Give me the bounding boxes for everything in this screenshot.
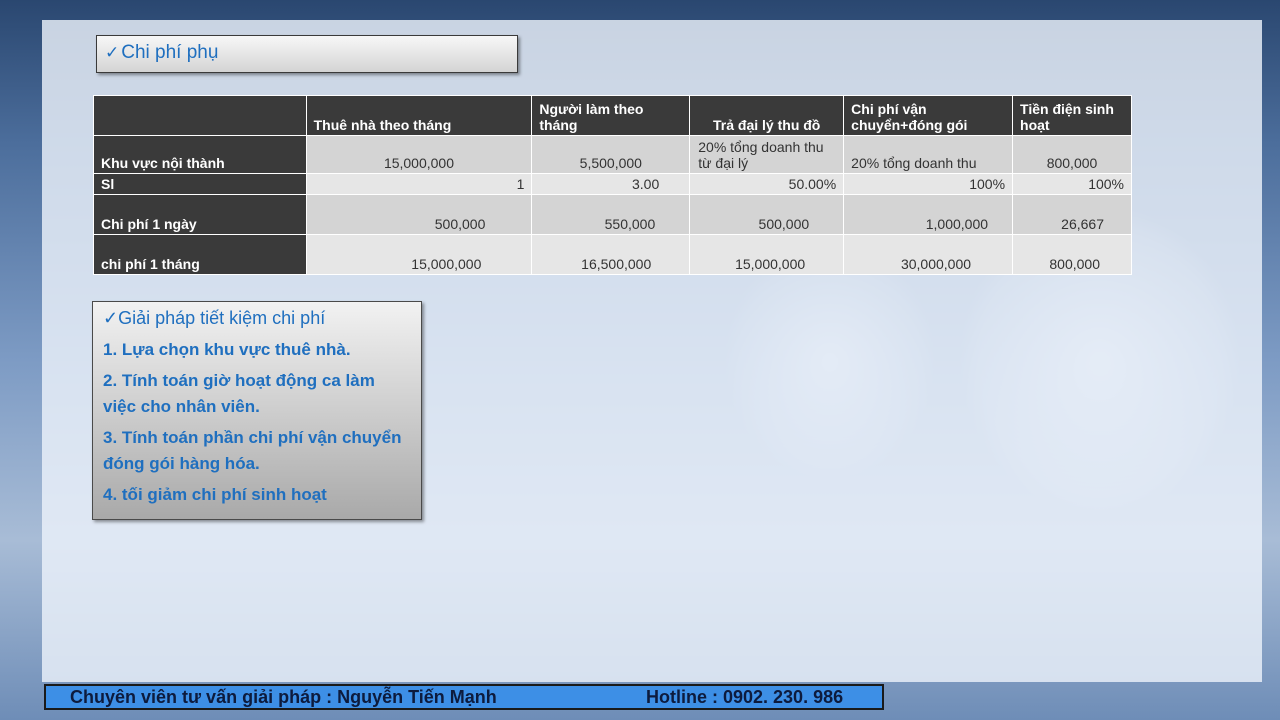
table-cell: 500,000 [305, 194, 533, 235]
table-cell: 15,000,000 [305, 234, 533, 275]
header-staff: Người làm theo tháng [531, 95, 691, 136]
advisor-label: Chuyên viên tư vấn giải pháp : Nguyễn Ti… [70, 687, 497, 707]
solutions-title: Giải pháp tiết kiệm chi phí [118, 308, 326, 328]
table-row: chi phí 1 tháng 15,000,000 16,500,000 15… [93, 234, 1132, 275]
table-cell: 550,000 [531, 194, 691, 235]
table-cell: 5,500,000 [531, 135, 691, 174]
table-cell: 16,500,000 [531, 234, 691, 275]
solutions-box: ✓Giải pháp tiết kiệm chi phí 1. Lựa chọn… [92, 301, 422, 520]
hotline-label: Hotline : 0902. 230. 986 [646, 687, 844, 707]
table-cell: 800,000 [1012, 234, 1132, 275]
table-cell: 1,000,000 [843, 194, 1014, 235]
row-label: Chi phí 1 ngày [93, 194, 307, 235]
row-label: Khu vực nội thành [93, 135, 307, 174]
checkmark-icon: ✓ [105, 43, 120, 62]
row-label: chi phí 1 tháng [93, 234, 307, 275]
table-row: Chi phí 1 ngày 500,000 550,000 500,000 1… [93, 194, 1132, 235]
header-agent: Trả đại lý thu đồ [689, 95, 845, 136]
table-row: Khu vực nội thành 15,000,000 5,500,000 2… [93, 135, 1132, 174]
solution-item: 3. Tính toán phần chi phí vận chuyển đón… [103, 428, 402, 473]
row-label: Sl [93, 173, 307, 195]
header-cell-empty [93, 95, 307, 136]
table-row: Sl 1 3.00 50.00% 100% 100% [93, 173, 1132, 195]
table-cell: 500,000 [689, 194, 845, 235]
solution-item: 2. Tính toán giờ hoạt động ca làm việc c… [103, 371, 375, 416]
section-title: Chi phí phụ [121, 42, 219, 63]
table-cell: 100% [1012, 173, 1132, 195]
solution-item: 1. Lựa chọn khu vực thuê nhà. [103, 340, 351, 359]
solutions-title-row: ✓Giải pháp tiết kiệm chi phí [103, 308, 411, 329]
cost-table: Thuê nhà theo tháng Người làm theo tháng… [93, 95, 1132, 275]
table-cell: 100% [843, 173, 1014, 195]
table-cell: 30,000,000 [843, 234, 1014, 275]
header-electricity: Tiền điện sinh hoạt [1012, 95, 1132, 136]
table-cell: 3.00 [531, 173, 691, 195]
header-rent: Thuê nhà theo tháng [305, 95, 533, 136]
header-shipping: Chi phí vận chuyển+đóng gói [843, 95, 1014, 136]
table-cell: 800,000 [1012, 135, 1132, 174]
table-cell: 1 [305, 173, 533, 195]
table-cell: 50.00% [689, 173, 845, 195]
checkmark-icon: ✓ [103, 308, 119, 328]
table-cell: 26,667 [1012, 194, 1132, 235]
table-cell: 20% tổng doanh thu [843, 135, 1014, 174]
solution-item: 4. tối giảm chi phí sinh hoạt [103, 485, 327, 504]
table-cell: 20% tổng doanh thu từ đại lý [689, 135, 845, 174]
section-title-box: ✓ Chi phí phụ [96, 35, 518, 73]
table-cell: 15,000,000 [689, 234, 845, 275]
table-cell: 15,000,000 [305, 135, 533, 174]
table-header-row: Thuê nhà theo tháng Người làm theo tháng… [93, 95, 1132, 136]
footer-bar: Chuyên viên tư vấn giải pháp : Nguyễn Ti… [44, 684, 884, 710]
